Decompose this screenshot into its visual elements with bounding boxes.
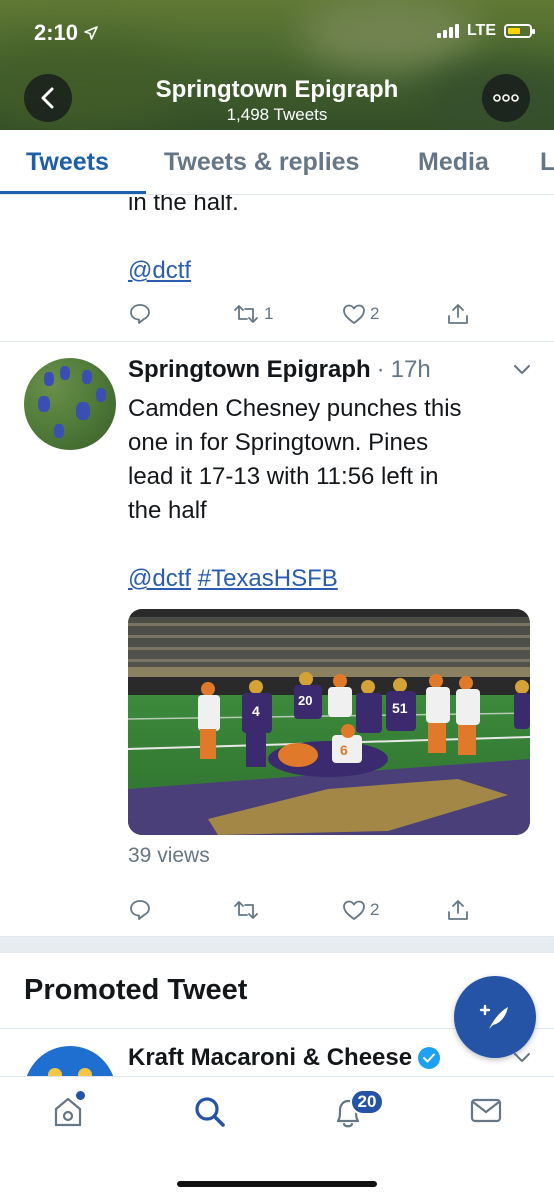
active-tab-indicator xyxy=(0,191,146,194)
status-indicators: LTE xyxy=(436,22,535,40)
tweet-line: lead it 17-13 with 11:56 left in xyxy=(128,463,439,490)
tweet-line: Camden Chesney punches this xyxy=(128,395,462,422)
carrier-label: LTE xyxy=(466,22,496,39)
share-icon xyxy=(448,304,468,324)
home-unread-dot xyxy=(76,1091,85,1100)
heart-icon xyxy=(343,304,365,324)
jersey-number: 6 xyxy=(340,742,348,758)
profile-tabs: Tweets Tweets & replies Media L xyxy=(0,130,554,195)
nav-home[interactable] xyxy=(52,1095,84,1134)
view-count: 39 views xyxy=(128,844,210,867)
tweet-text-fragment: in the half. xyxy=(128,195,239,216)
nav-search[interactable] xyxy=(193,1095,227,1134)
profile-name: Springtown Epigraph xyxy=(155,76,399,103)
tweet-line: one in for Springtown. Pines xyxy=(128,429,429,456)
tweet-header: Springtown Epigraph · 17h xyxy=(128,356,431,384)
tweet-line: the half xyxy=(128,497,207,524)
tab-likes[interactable]: L xyxy=(540,148,554,177)
location-arrow-icon xyxy=(84,26,98,40)
mention-link[interactable]: @dctf xyxy=(128,565,191,592)
mail-icon xyxy=(470,1098,502,1123)
nav-messages[interactable] xyxy=(470,1095,502,1130)
tweet-actions: 2 xyxy=(0,894,554,926)
compose-tweet-button[interactable] xyxy=(454,976,536,1058)
retweet-icon xyxy=(234,901,258,919)
compose-feather-icon xyxy=(479,1004,508,1029)
like-count: 2 xyxy=(370,900,380,919)
football-play-image: 4 20 51 6 xyxy=(128,609,530,835)
hashtag-link[interactable]: #TexasHSFB xyxy=(198,565,338,592)
more-dots-icon xyxy=(493,94,519,102)
status-time: 2:10 xyxy=(34,20,98,46)
section-divider xyxy=(0,937,554,953)
verified-badge-icon xyxy=(418,1047,441,1069)
like-count: 2 xyxy=(370,304,380,323)
share-icon xyxy=(448,900,468,920)
tweet-links: @dctf #TexasHSFB xyxy=(128,562,528,596)
share-button[interactable] xyxy=(446,302,470,326)
tweet-time: 17h xyxy=(390,356,431,383)
tab-media[interactable]: Media xyxy=(418,148,489,177)
search-icon xyxy=(195,1097,225,1127)
retweet-count: 1 xyxy=(264,304,274,323)
mention-link[interactable]: @dctf xyxy=(128,254,191,288)
retweet-icon xyxy=(234,305,258,323)
jersey-number: 51 xyxy=(392,700,408,716)
share-button[interactable] xyxy=(446,898,470,922)
battery-icon xyxy=(504,24,535,38)
like-button[interactable]: 2 xyxy=(342,899,379,921)
tweet-count: 1,498 Tweets xyxy=(226,105,328,124)
tab-tweets[interactable]: Tweets xyxy=(26,148,109,177)
reply-button[interactable] xyxy=(128,302,152,326)
home-indicator[interactable] xyxy=(177,1181,377,1187)
tweet-media-video[interactable]: 4 20 51 6 xyxy=(128,609,530,835)
chevron-down-icon[interactable] xyxy=(512,362,532,376)
signal-icon xyxy=(436,24,459,38)
notifications-badge: 20 xyxy=(350,1089,384,1115)
reply-icon xyxy=(130,900,150,920)
promoted-author-row: Kraft Macaroni & Cheese xyxy=(128,1044,441,1072)
avatar[interactable] xyxy=(24,358,116,450)
tab-tweets-replies[interactable]: Tweets & replies xyxy=(164,148,359,177)
header-title-block: Springtown Epigraph 1,498 Tweets xyxy=(0,76,554,125)
promoted-author[interactable]: Kraft Macaroni & Cheese xyxy=(128,1044,412,1072)
like-button[interactable]: 2 xyxy=(342,303,379,325)
retweet-button[interactable]: 1 xyxy=(232,302,273,326)
tweet-author[interactable]: Springtown Epigraph xyxy=(128,356,371,384)
promoted-heading: Promoted Tweet xyxy=(24,974,248,1006)
jersey-number: 20 xyxy=(298,693,312,708)
retweet-button[interactable] xyxy=(232,898,260,922)
heart-icon xyxy=(343,900,365,920)
tweet-body: Camden Chesney punches this one in for S… xyxy=(128,392,528,596)
home-icon xyxy=(54,1097,82,1127)
jersey-number: 4 xyxy=(252,703,260,719)
tweet-separator: · xyxy=(376,356,385,383)
more-options-button[interactable] xyxy=(482,74,530,122)
reply-button[interactable] xyxy=(128,898,152,922)
reply-icon xyxy=(130,304,150,324)
tweet-actions: 1 2 xyxy=(0,298,554,330)
